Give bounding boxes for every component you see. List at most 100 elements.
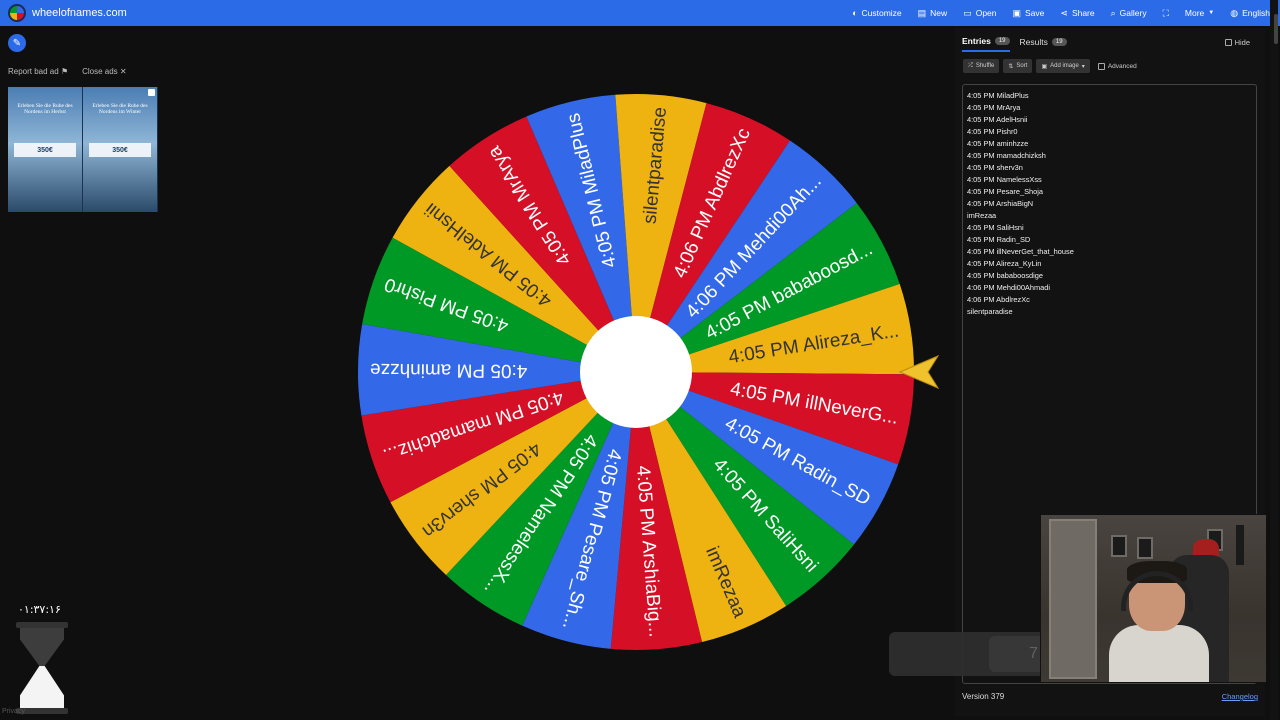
ad-title-1: Erleben Sie die Ruhe des Nordens im Herb… <box>17 103 73 115</box>
ad-price-1: 350€ <box>37 146 53 154</box>
entry-line[interactable]: 4:05 PM aminhzze <box>967 138 1252 150</box>
ad-price-box-2: 350€ <box>89 143 151 157</box>
webcam-person <box>1109 561 1209 682</box>
menu-item-open[interactable]: ▭ Open <box>963 8 996 18</box>
entry-line[interactable]: 4:05 PM ArshiaBigN <box>967 198 1252 210</box>
edit-pencil-button[interactable]: ✎ <box>8 34 26 52</box>
globe-icon: ◍ <box>1230 7 1239 18</box>
entry-line[interactable]: 4:05 PM Pishr0 <box>967 126 1252 138</box>
wheel-svg[interactable]: 4:05 PM Alireza_K...4:05 PM illNeverG...… <box>356 92 916 652</box>
sort-icon: ⇅ <box>1008 63 1014 70</box>
entry-line[interactable]: 4:05 PM mamadchizksh <box>967 150 1252 162</box>
chevron-down-icon: ▾ <box>1081 63 1085 70</box>
entry-line[interactable]: 4:05 PM Pesare_Shoja <box>967 186 1252 198</box>
ad-price-2: 350€ <box>112 146 128 154</box>
menu-item-label: English <box>1242 8 1270 18</box>
menu-item-customize[interactable]: ◐ Customize <box>852 8 902 18</box>
hourglass-bottom-bulb <box>20 666 64 708</box>
ad-panel-2[interactable]: Erleben Sie die Ruhe des Nordens im Wint… <box>83 87 158 212</box>
entries-toolbar: ⤮ Shuffle ⇅ Sort ▣ Add image ▾ Advanced <box>963 59 1137 73</box>
menu-item-english[interactable]: ◍ English <box>1230 8 1270 18</box>
entry-line[interactable]: 4:05 PM illNeverGet_that_house <box>967 246 1252 258</box>
advanced-label: Advanced <box>1107 62 1137 70</box>
webcam-door <box>1049 519 1097 679</box>
hourglass-icon <box>16 622 68 714</box>
file-icon: ▤ <box>917 7 927 18</box>
tab-entries-label: Entries <box>962 36 991 46</box>
tab-results[interactable]: Results 19 <box>1020 36 1067 52</box>
flag-icon: ⚑ <box>60 67 69 76</box>
site-brand[interactable]: wheelofnames.com <box>32 7 127 19</box>
advanced-checkbox[interactable] <box>1097 62 1105 70</box>
overlay-glyph: 7 <box>1029 645 1038 662</box>
entry-line[interactable]: 4:05 PM Radin_SD <box>967 234 1252 246</box>
ad-links: Report bad ad ⚑ Close ads ✕ <box>8 67 127 76</box>
sort-button[interactable]: ⇅ Sort <box>1003 59 1033 73</box>
tab-entries[interactable]: Entries 19 <box>962 36 1010 52</box>
image-icon: ▣ <box>1041 63 1048 70</box>
close-ads-link[interactable]: Close ads ✕ <box>82 67 127 76</box>
entry-line[interactable]: 4:05 PM bababoosdige <box>967 270 1252 282</box>
menu-item-new[interactable]: ▤ New <box>918 8 948 18</box>
folder-icon: ▭ <box>963 7 972 18</box>
entry-line[interactable]: 4:05 PM AdelHsnii <box>967 114 1252 126</box>
add-image-label: Add image <box>1050 63 1079 69</box>
webcam-person-body <box>1109 625 1209 682</box>
save-icon: ▣ <box>1012 7 1022 18</box>
entry-line[interactable]: 4:05 PM MiladPlus <box>967 90 1252 102</box>
version-label: Version 379 <box>962 692 1005 701</box>
page-scrollbar-thumb[interactable] <box>1274 14 1278 44</box>
menu-item-share[interactable]: ⋖ Share <box>1060 8 1094 18</box>
wheel-center-hub[interactable] <box>580 316 692 428</box>
menu-item-label: More <box>1184 8 1205 18</box>
close-ads-label: Close ads <box>82 67 118 76</box>
ad-banner[interactable]: Erleben Sie die Ruhe des Nordens im Herb… <box>8 87 158 212</box>
menu-item-label: Gallery <box>1119 8 1147 18</box>
hide-toggle[interactable]: Hide <box>1224 38 1250 47</box>
palette-icon: ◐ <box>852 7 858 18</box>
ad-panel-1[interactable]: Erleben Sie die Ruhe des Nordens im Herb… <box>8 87 83 212</box>
name-wheel[interactable]: 4:05 PM Alireza_K... 4:05 PM illNeverG...… <box>356 92 916 652</box>
report-bad-ad-link[interactable]: Report bad ad ⚑ <box>8 67 68 76</box>
hide-checkbox[interactable] <box>1224 39 1232 46</box>
privacy-link[interactable]: Privacy <box>2 708 25 715</box>
ad-choices-icon[interactable] <box>148 89 155 96</box>
entry-line[interactable]: 4:05 PM NamelessXss <box>967 174 1252 186</box>
menu-item-save[interactable]: ▣ Save <box>1013 8 1045 18</box>
entry-line[interactable]: 4:05 PM sherv3n <box>967 162 1252 174</box>
entry-line[interactable]: silentparadise <box>967 306 1252 318</box>
menu-item-label: Save <box>1025 8 1045 18</box>
entry-line[interactable]: 4:05 PM Alireza_KyLin <box>967 258 1252 270</box>
report-bad-ad-label: Report bad ad <box>8 67 59 76</box>
menu-item-more[interactable]: More ▼ <box>1185 8 1214 18</box>
wheel-pointer-arrow <box>898 354 940 390</box>
ad-title-2: Erleben Sie die Ruhe des Nordens im Wint… <box>92 103 148 115</box>
menu-item-fullscreen[interactable]: ⛶ <box>1162 7 1169 18</box>
entry-line[interactable]: 4:05 PM MrArya <box>967 102 1252 114</box>
shuffle-icon: ⤮ <box>968 62 973 69</box>
changelog-link[interactable]: Changelog <box>1222 692 1258 701</box>
webcam-frame-2 <box>1137 537 1153 559</box>
webcam-guitar <box>1236 525 1244 565</box>
add-image-button[interactable]: ▣ Add image ▾ <box>1036 59 1090 73</box>
main-menu: ◐ Customize ▤ New ▭ Open ▣ Save ⋖ Share ⌕ Gallery ⛶ M… <box>852 0 1270 26</box>
entry-line[interactable]: imRezaa <box>967 210 1252 222</box>
menu-item-label: Customize <box>861 8 902 18</box>
wheel-slice-label: 4:05 PM aminhzze <box>370 359 528 381</box>
advanced-toggle[interactable]: Advanced <box>1097 62 1137 70</box>
ad-price-box-1: 350€ <box>14 143 76 157</box>
wheel-logo-icon[interactable] <box>8 4 26 22</box>
close-circle-icon: ✕ <box>119 67 127 76</box>
menu-item-gallery[interactable]: ⌕ Gallery <box>1111 8 1147 18</box>
overlay-control-bar: 7 <box>889 632 1049 676</box>
menu-item-label: New <box>930 8 948 18</box>
hide-label: Hide <box>1234 38 1250 47</box>
webcam-overlay <box>1040 514 1267 683</box>
entry-line[interactable]: 4:06 PM AbdlrezXc <box>967 294 1252 306</box>
page-scrollbar[interactable] <box>1270 0 1278 720</box>
entry-line[interactable]: 4:06 PM Mehdi00Ahmadi <box>967 282 1252 294</box>
fullscreen-icon: ⛶ <box>1162 7 1169 18</box>
shuffle-button[interactable]: ⤮ Shuffle <box>963 59 1000 73</box>
entry-line[interactable]: 4:05 PM SaliHsni <box>967 222 1252 234</box>
shuffle-label: Shuffle <box>975 63 995 69</box>
